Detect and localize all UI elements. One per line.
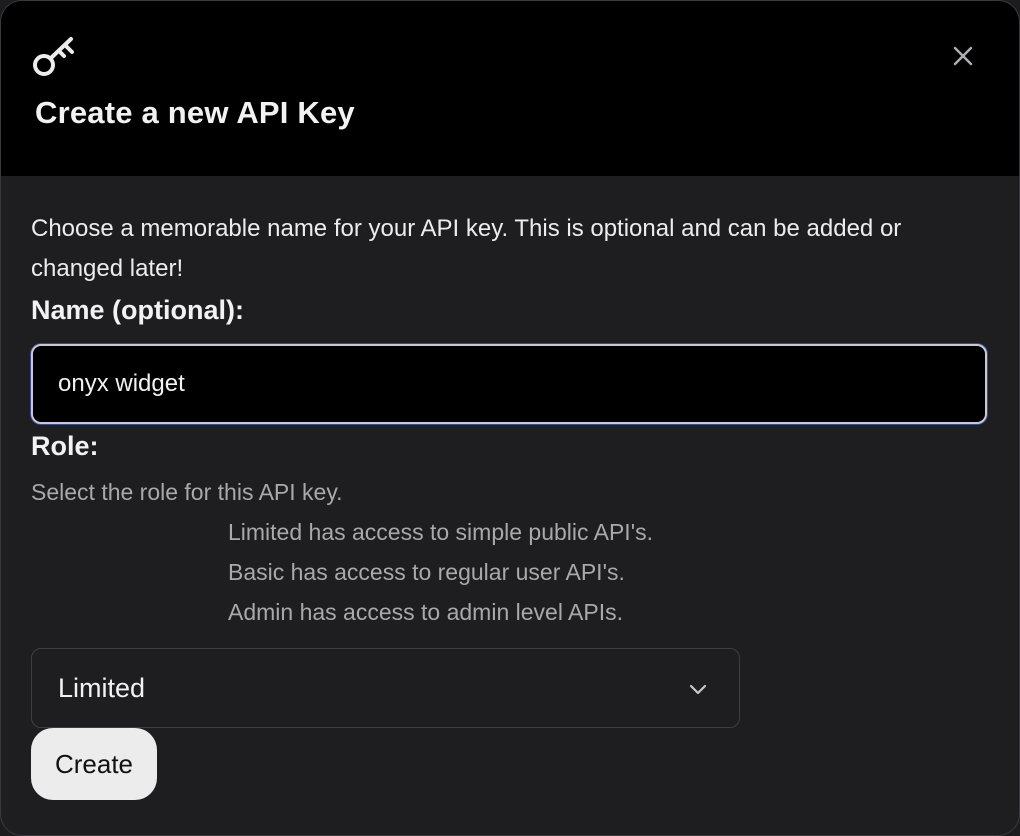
role-select-value: Limited [58, 673, 146, 703]
close-icon [953, 46, 973, 66]
api-key-name-input[interactable] [31, 344, 987, 424]
role-description-basic: Basic has access to regular user API's. [228, 559, 625, 585]
role-help-text: Select the role for this API key. [31, 479, 343, 505]
role-description-admin: Admin has access to admin level APIs. [228, 599, 624, 625]
create-button[interactable]: Create [31, 728, 157, 800]
modal-header: Create a new API Key [1, 1, 1019, 176]
key-icon [33, 37, 74, 76]
create-api-key-modal: Create a new API Key Choose a memorable … [0, 0, 1020, 836]
close-button[interactable] [949, 42, 977, 70]
role-label: Role: [31, 431, 99, 461]
modal-title: Create a new API Key [35, 95, 355, 130]
modal-description: Choose a memorable name for your API key… [31, 215, 902, 282]
role-description-limited: Limited has access to simple public API'… [228, 519, 653, 545]
chevron-down-icon [689, 684, 707, 695]
name-label: Name (optional): [31, 295, 244, 325]
role-select[interactable]: Limited [31, 648, 740, 728]
